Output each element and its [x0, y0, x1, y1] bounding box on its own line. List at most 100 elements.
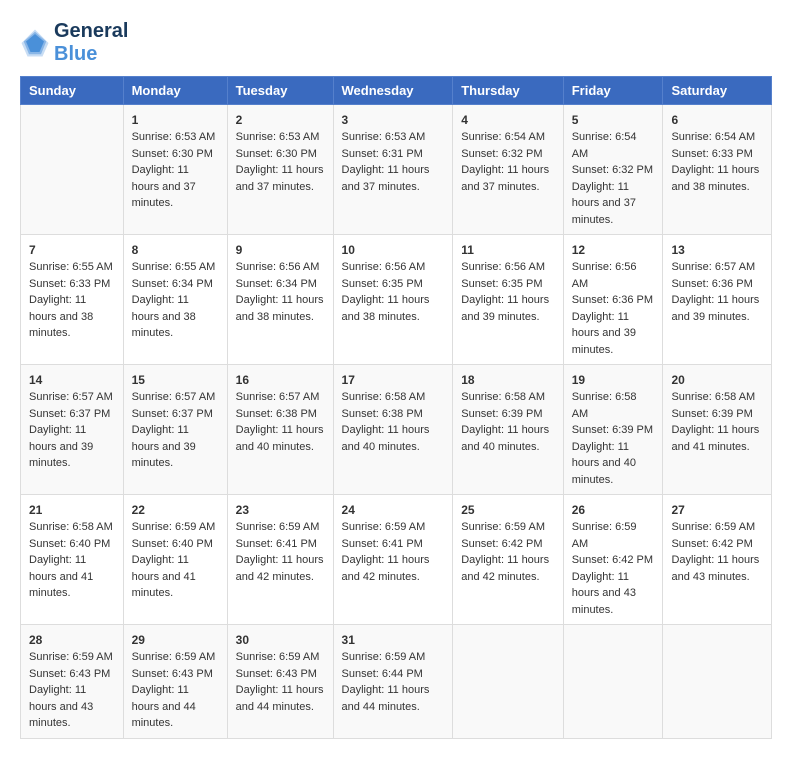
logo-icon	[20, 28, 50, 58]
daylight: Daylight: 11 hours and 38 minutes.	[236, 292, 325, 325]
sunrise: Sunrise: 6:55 AM	[132, 259, 219, 276]
day-cell: 19 Sunrise: 6:58 AM Sunset: 6:39 PM Dayl…	[563, 365, 663, 495]
sunrise: Sunrise: 6:59 AM	[236, 519, 325, 536]
day-number: 15	[132, 371, 219, 389]
day-cell	[453, 625, 563, 739]
header-thursday: Thursday	[453, 77, 563, 105]
sunrise: Sunrise: 6:57 AM	[236, 389, 325, 406]
day-cell: 30 Sunrise: 6:59 AM Sunset: 6:43 PM Dayl…	[227, 625, 333, 739]
sunset: Sunset: 6:36 PM	[671, 276, 763, 293]
day-cell: 20 Sunrise: 6:58 AM Sunset: 6:39 PM Dayl…	[663, 365, 772, 495]
day-cell: 15 Sunrise: 6:57 AM Sunset: 6:37 PM Dayl…	[123, 365, 227, 495]
sunrise: Sunrise: 6:58 AM	[461, 389, 554, 406]
sunrise: Sunrise: 6:59 AM	[342, 649, 445, 666]
daylight: Daylight: 11 hours and 42 minutes.	[236, 552, 325, 585]
sunset: Sunset: 6:43 PM	[29, 666, 115, 683]
day-cell: 2 Sunrise: 6:53 AM Sunset: 6:30 PM Dayli…	[227, 105, 333, 235]
sunset: Sunset: 6:42 PM	[461, 536, 554, 553]
day-number: 27	[671, 501, 763, 519]
daylight: Daylight: 11 hours and 38 minutes.	[671, 162, 763, 195]
daylight: Daylight: 11 hours and 41 minutes.	[132, 552, 219, 602]
sunrise: Sunrise: 6:55 AM	[29, 259, 115, 276]
sunset: Sunset: 6:39 PM	[572, 422, 655, 439]
calendar-header-row: SundayMondayTuesdayWednesdayThursdayFrid…	[21, 77, 772, 105]
day-number: 8	[132, 241, 219, 259]
sunset: Sunset: 6:42 PM	[671, 536, 763, 553]
sunset: Sunset: 6:32 PM	[461, 146, 554, 163]
day-cell: 11 Sunrise: 6:56 AM Sunset: 6:35 PM Dayl…	[453, 235, 563, 365]
day-number: 21	[29, 501, 115, 519]
day-cell: 24 Sunrise: 6:59 AM Sunset: 6:41 PM Dayl…	[333, 495, 453, 625]
sunrise: Sunrise: 6:56 AM	[461, 259, 554, 276]
daylight: Daylight: 11 hours and 37 minutes.	[236, 162, 325, 195]
sunrise: Sunrise: 6:57 AM	[29, 389, 115, 406]
sunset: Sunset: 6:41 PM	[236, 536, 325, 553]
daylight: Daylight: 11 hours and 41 minutes.	[671, 422, 763, 455]
sunset: Sunset: 6:36 PM	[572, 292, 655, 309]
daylight: Daylight: 11 hours and 40 minutes.	[572, 439, 655, 489]
sunrise: Sunrise: 6:59 AM	[236, 649, 325, 666]
day-number: 3	[342, 111, 445, 129]
day-cell: 22 Sunrise: 6:59 AM Sunset: 6:40 PM Dayl…	[123, 495, 227, 625]
header-sunday: Sunday	[21, 77, 124, 105]
daylight: Daylight: 11 hours and 37 minutes.	[342, 162, 445, 195]
day-cell: 23 Sunrise: 6:59 AM Sunset: 6:41 PM Dayl…	[227, 495, 333, 625]
daylight: Daylight: 11 hours and 44 minutes.	[342, 682, 445, 715]
sunrise: Sunrise: 6:53 AM	[236, 129, 325, 146]
daylight: Daylight: 11 hours and 39 minutes.	[461, 292, 554, 325]
sunset: Sunset: 6:30 PM	[236, 146, 325, 163]
day-cell: 6 Sunrise: 6:54 AM Sunset: 6:33 PM Dayli…	[663, 105, 772, 235]
sunset: Sunset: 6:43 PM	[132, 666, 219, 683]
day-number: 12	[572, 241, 655, 259]
day-cell: 27 Sunrise: 6:59 AM Sunset: 6:42 PM Dayl…	[663, 495, 772, 625]
header-wednesday: Wednesday	[333, 77, 453, 105]
sunrise: Sunrise: 6:54 AM	[671, 129, 763, 146]
sunset: Sunset: 6:42 PM	[572, 552, 655, 569]
day-cell: 25 Sunrise: 6:59 AM Sunset: 6:42 PM Dayl…	[453, 495, 563, 625]
day-cell	[563, 625, 663, 739]
daylight: Daylight: 11 hours and 39 minutes.	[132, 422, 219, 472]
day-number: 6	[671, 111, 763, 129]
daylight: Daylight: 11 hours and 42 minutes.	[342, 552, 445, 585]
day-number: 28	[29, 631, 115, 649]
header-friday: Friday	[563, 77, 663, 105]
daylight: Daylight: 11 hours and 43 minutes.	[671, 552, 763, 585]
week-row-1: 1 Sunrise: 6:53 AM Sunset: 6:30 PM Dayli…	[21, 105, 772, 235]
sunrise: Sunrise: 6:53 AM	[342, 129, 445, 146]
day-cell: 26 Sunrise: 6:59 AM Sunset: 6:42 PM Dayl…	[563, 495, 663, 625]
sunrise: Sunrise: 6:58 AM	[29, 519, 115, 536]
sunset: Sunset: 6:35 PM	[461, 276, 554, 293]
sunset: Sunset: 6:43 PM	[236, 666, 325, 683]
day-cell: 28 Sunrise: 6:59 AM Sunset: 6:43 PM Dayl…	[21, 625, 124, 739]
sunrise: Sunrise: 6:56 AM	[236, 259, 325, 276]
day-cell: 4 Sunrise: 6:54 AM Sunset: 6:32 PM Dayli…	[453, 105, 563, 235]
day-cell: 7 Sunrise: 6:55 AM Sunset: 6:33 PM Dayli…	[21, 235, 124, 365]
day-cell: 13 Sunrise: 6:57 AM Sunset: 6:36 PM Dayl…	[663, 235, 772, 365]
daylight: Daylight: 11 hours and 40 minutes.	[461, 422, 554, 455]
header-monday: Monday	[123, 77, 227, 105]
daylight: Daylight: 11 hours and 38 minutes.	[29, 292, 115, 342]
day-number: 14	[29, 371, 115, 389]
day-number: 22	[132, 501, 219, 519]
daylight: Daylight: 11 hours and 43 minutes.	[29, 682, 115, 732]
sunrise: Sunrise: 6:59 AM	[132, 649, 219, 666]
day-cell: 9 Sunrise: 6:56 AM Sunset: 6:34 PM Dayli…	[227, 235, 333, 365]
day-number: 13	[671, 241, 763, 259]
sunset: Sunset: 6:30 PM	[132, 146, 219, 163]
daylight: Daylight: 11 hours and 38 minutes.	[132, 292, 219, 342]
sunrise: Sunrise: 6:58 AM	[572, 389, 655, 422]
week-row-4: 21 Sunrise: 6:58 AM Sunset: 6:40 PM Dayl…	[21, 495, 772, 625]
sunset: Sunset: 6:37 PM	[29, 406, 115, 423]
sunset: Sunset: 6:39 PM	[461, 406, 554, 423]
day-number: 25	[461, 501, 554, 519]
day-number: 23	[236, 501, 325, 519]
daylight: Daylight: 11 hours and 39 minutes.	[29, 422, 115, 472]
day-number: 26	[572, 501, 655, 519]
day-number: 5	[572, 111, 655, 129]
sunset: Sunset: 6:32 PM	[572, 162, 655, 179]
day-number: 29	[132, 631, 219, 649]
day-number: 11	[461, 241, 554, 259]
day-number: 24	[342, 501, 445, 519]
sunrise: Sunrise: 6:59 AM	[461, 519, 554, 536]
day-number: 9	[236, 241, 325, 259]
